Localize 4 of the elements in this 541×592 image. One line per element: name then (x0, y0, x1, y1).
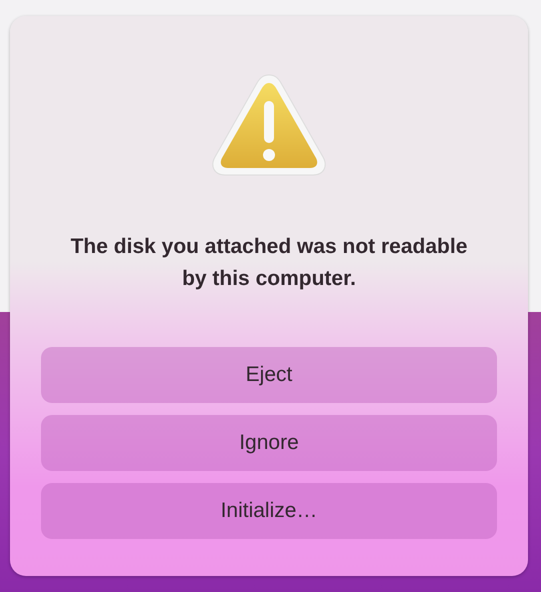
dialog-button[interactable]: Eject (41, 347, 497, 403)
dialog-button[interactable]: Ignore (41, 415, 497, 471)
dialog-button[interactable]: Initialize… (41, 483, 497, 539)
alert-message: The disk you attached was not readable by this computer. (70, 234, 468, 292)
